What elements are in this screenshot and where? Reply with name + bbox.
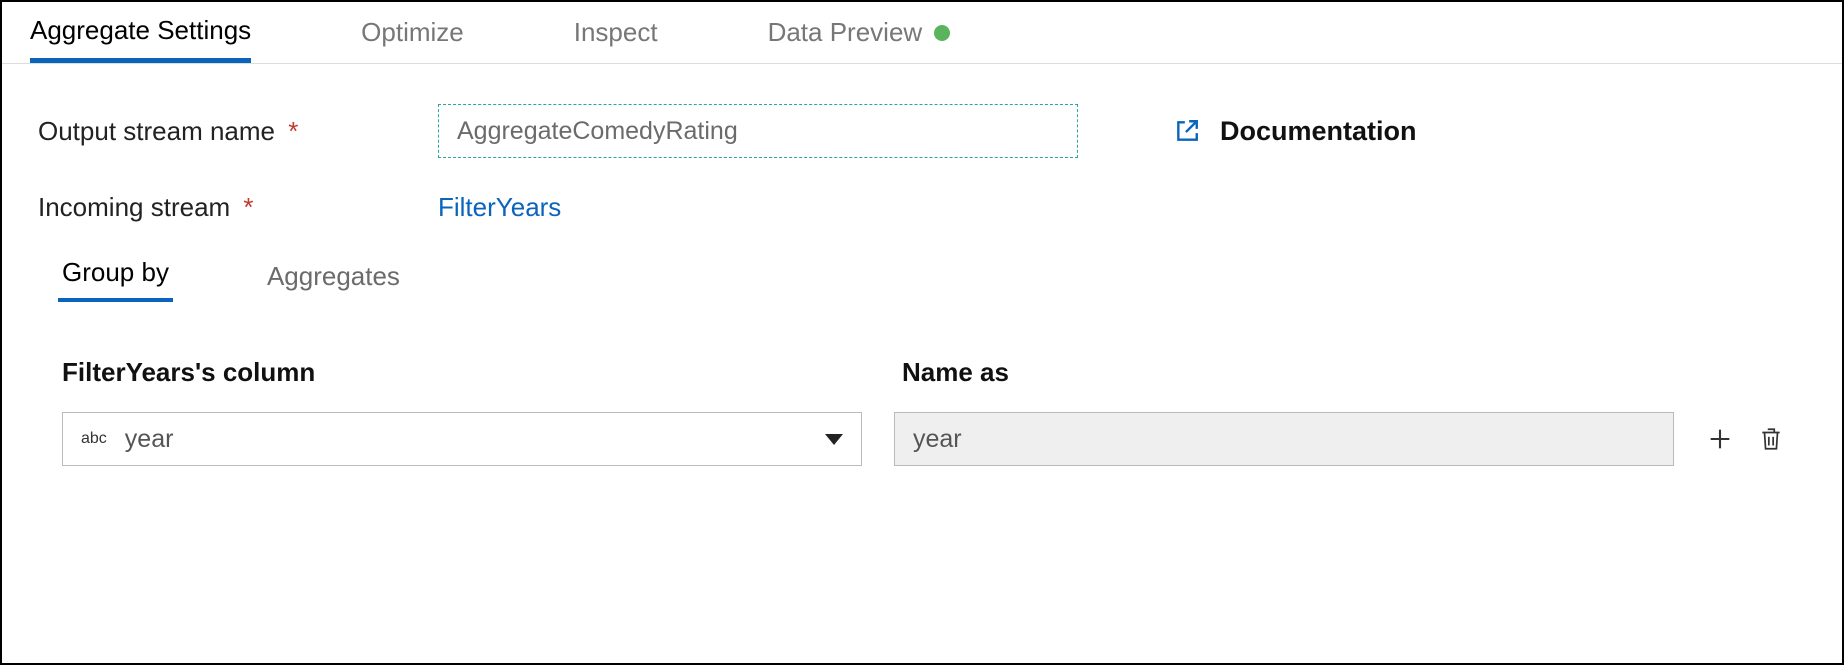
column-header-source: FilterYears's column — [62, 357, 902, 388]
column-dropdown-value: year — [125, 425, 825, 454]
documentation-link[interactable]: Documentation — [1174, 116, 1417, 147]
tab-aggregate-settings[interactable]: Aggregate Settings — [30, 15, 251, 63]
tab-data-preview[interactable]: Data Preview — [768, 17, 951, 60]
required-asterisk: * — [288, 116, 298, 146]
group-by-row: abc year — [38, 412, 1806, 466]
subtab-group-by[interactable]: Group by — [58, 257, 173, 302]
tab-inspect[interactable]: Inspect — [574, 17, 658, 60]
sub-tab-bar: Group by Aggregates — [38, 257, 1806, 302]
output-stream-label: Output stream name * — [38, 116, 438, 147]
status-indicator-icon — [934, 25, 950, 41]
aggregate-settings-panel: Aggregate Settings Optimize Inspect Data… — [0, 0, 1844, 665]
tab-optimize[interactable]: Optimize — [361, 17, 464, 60]
documentation-link-label: Documentation — [1220, 116, 1417, 147]
output-stream-input[interactable] — [438, 104, 1078, 158]
incoming-stream-link[interactable]: FilterYears — [438, 192, 561, 223]
column-header-name-as: Name as — [902, 357, 1692, 388]
external-link-icon — [1174, 118, 1200, 144]
add-row-button[interactable] — [1706, 425, 1734, 453]
required-asterisk: * — [243, 192, 253, 222]
delete-row-button[interactable] — [1758, 425, 1784, 453]
incoming-stream-label-text: Incoming stream — [38, 192, 230, 222]
row-actions — [1706, 425, 1784, 453]
incoming-stream-row: Incoming stream * FilterYears — [38, 192, 1806, 223]
tab-bar: Aggregate Settings Optimize Inspect Data… — [2, 2, 1842, 64]
name-as-input[interactable] — [894, 412, 1674, 466]
output-stream-row: Output stream name * Documentation — [38, 104, 1806, 158]
subtab-aggregates[interactable]: Aggregates — [263, 261, 404, 302]
datatype-badge: abc — [81, 430, 107, 448]
column-dropdown[interactable]: abc year — [62, 412, 862, 466]
output-stream-label-text: Output stream name — [38, 116, 275, 146]
tab-data-preview-label: Data Preview — [768, 17, 923, 48]
chevron-down-icon — [825, 434, 843, 445]
panel-body: Output stream name * Documentation Incom… — [2, 64, 1842, 466]
group-by-headers: FilterYears's column Name as — [38, 357, 1806, 388]
incoming-stream-label: Incoming stream * — [38, 192, 438, 223]
